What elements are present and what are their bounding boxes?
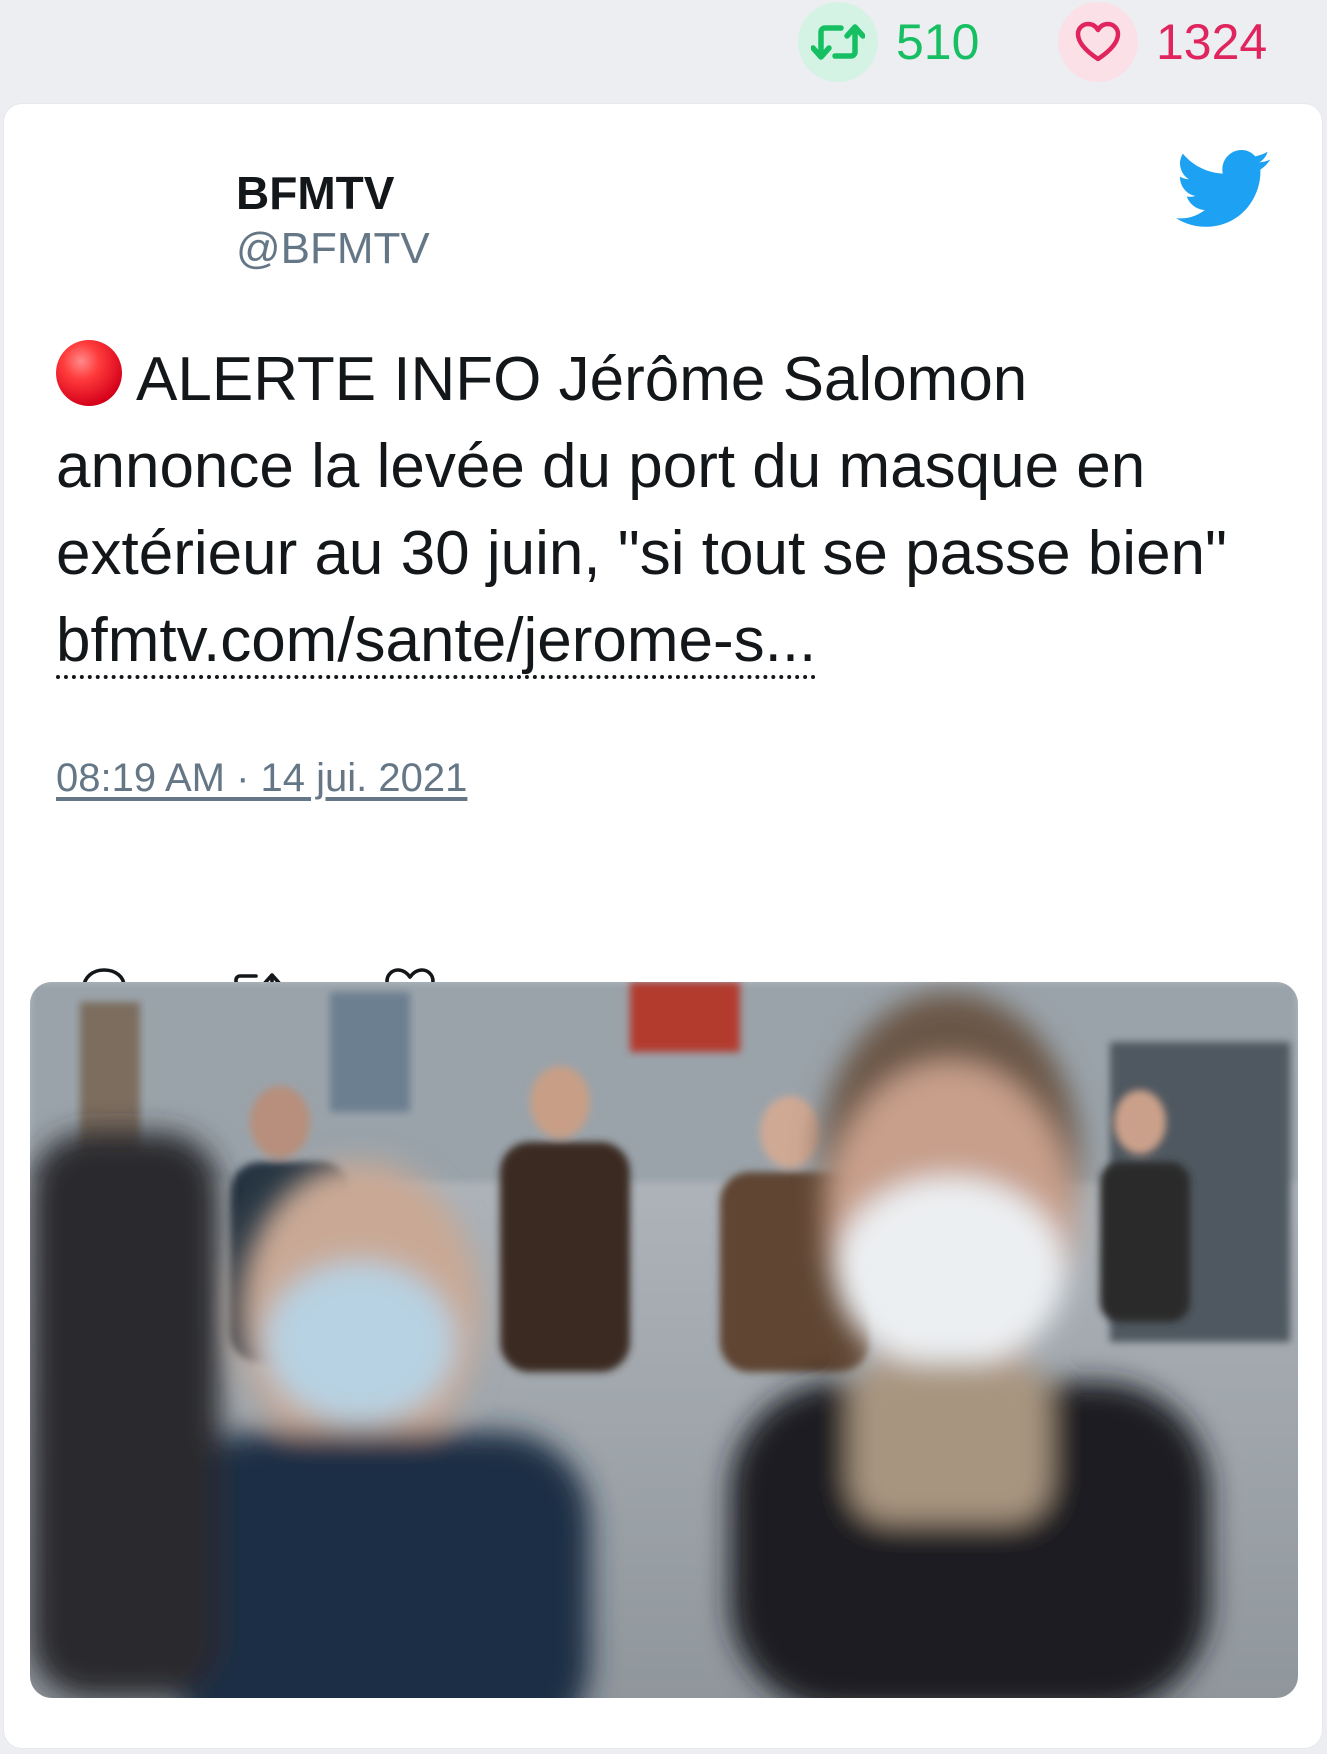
heart-icon[interactable] [1058, 2, 1138, 82]
red-circle-icon [56, 340, 122, 406]
retweet-count: 510 [896, 14, 980, 70]
tweet-author[interactable]: BFMTV @BFMTV [236, 166, 430, 276]
tweet-body: ALERTE INFO Jérôme Salomon annonce la le… [56, 345, 1228, 588]
author-handle[interactable]: @BFMTV [236, 223, 430, 276]
retweet-stat[interactable]: 510 [798, 0, 979, 84]
engagement-stats: 510 1324 [0, 0, 1327, 100]
tweet-photo[interactable] [30, 982, 1298, 1698]
author-name[interactable]: BFMTV [236, 166, 430, 221]
tweet-text: ALERTE INFO Jérôme Salomon annonce la le… [56, 336, 1266, 684]
tweet-card: BFMTV @BFMTV ALERTE INFO Jérôme Salomon … [4, 104, 1322, 1748]
retweet-icon[interactable] [798, 2, 878, 82]
photo-crowd-masks [30, 982, 1298, 1698]
like-count: 1324 [1156, 14, 1268, 70]
tweet-link[interactable]: bfmtv.com/sante/jerome-s... [56, 606, 817, 679]
tweet-timestamp[interactable]: 08:19 AM · 14 jui. 2021 [56, 756, 467, 801]
twitter-bird-icon[interactable] [1176, 150, 1272, 230]
like-stat[interactable]: 1324 [1058, 0, 1267, 84]
